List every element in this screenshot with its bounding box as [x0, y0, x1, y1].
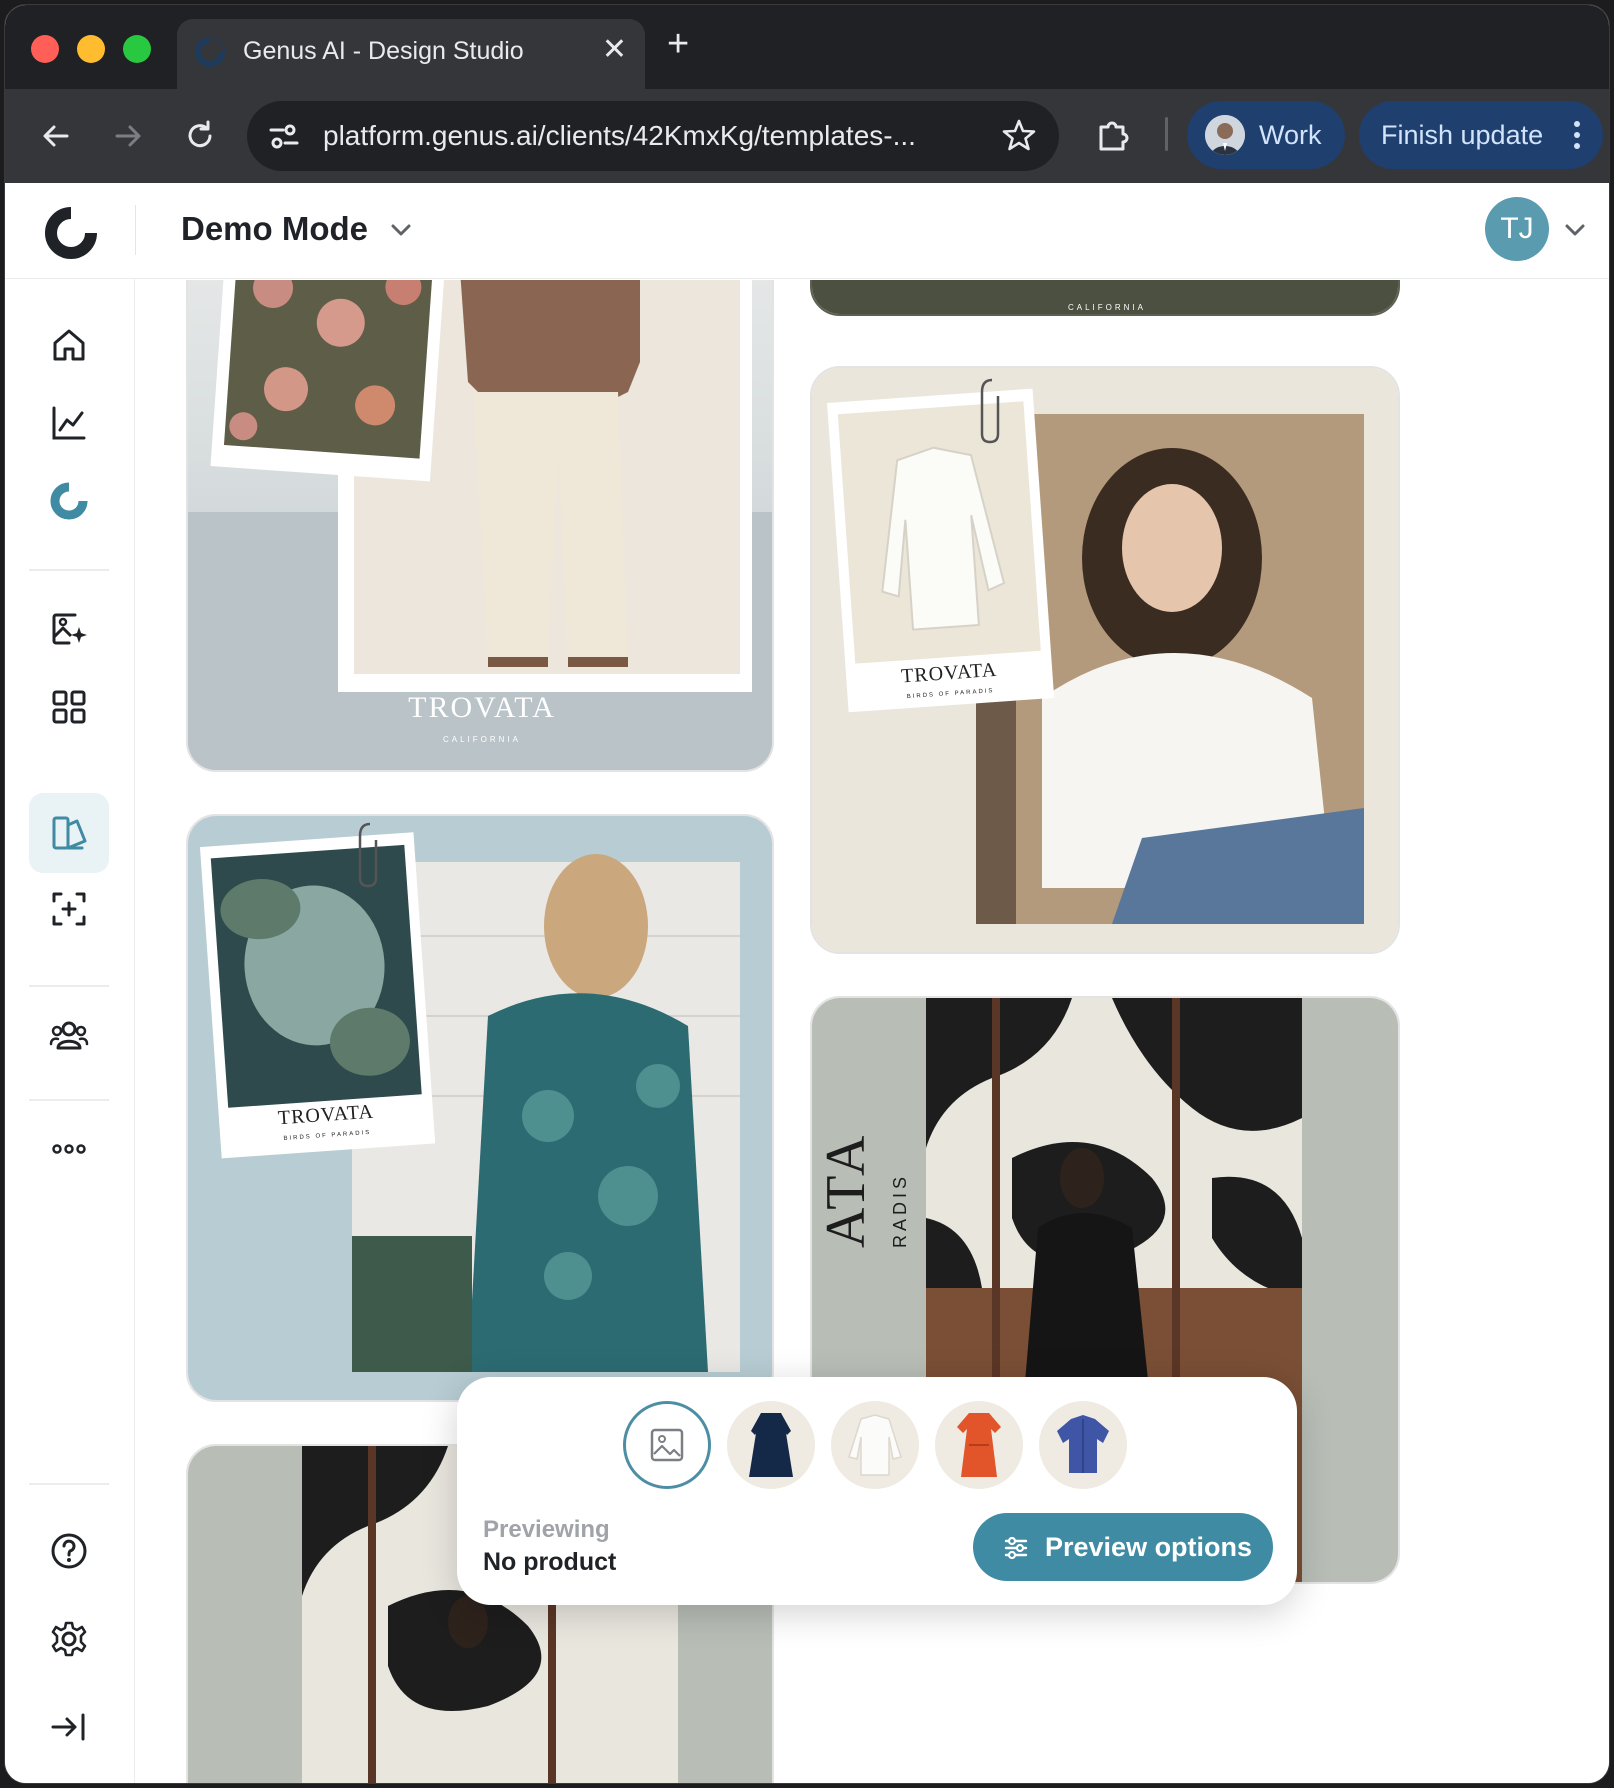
settings-icon: [51, 1621, 87, 1657]
finish-update-label: Finish update: [1381, 120, 1544, 150]
sidebar-item-analytics[interactable]: [29, 383, 109, 463]
template-card[interactable]: TROVATA BIRDS OF PARADIS: [810, 366, 1400, 954]
toolbar-divider: [1165, 117, 1168, 151]
template-card[interactable]: TROVATA BIRDS OF PARADIS: [186, 814, 774, 1402]
collapse-sidebar-icon: [51, 1713, 85, 1741]
design-studio-icon: [52, 816, 87, 850]
sidebar-divider: [29, 1483, 109, 1485]
sidebar-item-ai-image[interactable]: [29, 589, 109, 669]
template-card[interactable]: CALIFORNIA: [810, 280, 1400, 316]
genus-logo-icon: [50, 481, 89, 520]
sidebar-item-audience[interactable]: [29, 995, 109, 1075]
sidebar-divider: [29, 569, 109, 571]
maximize-window-button[interactable]: [123, 35, 151, 63]
sidebar-item-scan-add[interactable]: [29, 869, 109, 949]
previewing-label: Previewing: [483, 1516, 610, 1543]
sidebar-item-help[interactable]: [29, 1511, 109, 1591]
sidebar-divider: [29, 985, 109, 987]
card-brand-text: ATA: [815, 1132, 877, 1248]
tab-title: Genus AI - Design Studio: [243, 37, 524, 65]
user-avatar[interactable]: TJ: [1485, 197, 1549, 261]
scan-add-icon: [52, 892, 86, 926]
sidebar-item-genus[interactable]: [29, 461, 109, 541]
url-text: platform.genus.ai/clients/42KmxKg/templa…: [323, 120, 916, 151]
forward-icon[interactable]: [109, 117, 147, 155]
address-bar[interactable]: platform.genus.ai/clients/42KmxKg/templa…: [247, 101, 1059, 171]
product-preview-panel: Previewing No product Preview options: [457, 1377, 1297, 1605]
preview-options-label: Preview options: [1045, 1532, 1253, 1562]
ai-image-icon: [52, 613, 87, 645]
template-preview-image: TROVATA BIRDS OF PARADIS: [188, 816, 772, 1400]
product-thumbnail-white-shirt[interactable]: [831, 1401, 919, 1489]
site-settings-icon[interactable]: [267, 119, 301, 153]
sidebar-item-design-studio[interactable]: [29, 793, 109, 873]
tab-close-icon[interactable]: ✕: [602, 33, 627, 67]
app-header: Demo Mode TJ: [5, 183, 1609, 279]
back-icon[interactable]: [37, 117, 75, 155]
more-icon: [52, 1144, 86, 1154]
template-preview-image: TROVATA CALIFORNIA: [188, 280, 772, 770]
finish-update-button[interactable]: Finish update: [1359, 101, 1603, 169]
product-thumbnail-orange-dress[interactable]: [935, 1401, 1023, 1489]
sidebar-item-settings[interactable]: [29, 1599, 109, 1679]
template-card[interactable]: TROVATA CALIFORNIA: [186, 280, 774, 772]
chevron-down-icon[interactable]: [1563, 221, 1587, 239]
preview-options-button[interactable]: Preview options: [973, 1513, 1273, 1581]
sidebar-item-home[interactable]: [29, 305, 109, 385]
sidebar-divider: [29, 1099, 109, 1101]
sidebar-item-collapse[interactable]: [29, 1687, 109, 1767]
grid-icon: [52, 690, 86, 724]
card-tagline-text: RADIS: [890, 1173, 910, 1248]
card-brand-text: TROVATA: [408, 691, 556, 724]
sidebar: [5, 279, 135, 1783]
help-icon: [51, 1533, 87, 1569]
sidebar-item-more[interactable]: [29, 1109, 109, 1189]
home-icon: [53, 329, 85, 361]
close-window-button[interactable]: [31, 35, 59, 63]
product-thumbnail-navy-dress[interactable]: [727, 1401, 815, 1489]
sidebar-item-grid[interactable]: [29, 667, 109, 747]
previewing-value: No product: [483, 1548, 617, 1576]
card-tagline-text: CALIFORNIA: [1068, 303, 1146, 312]
audience-icon: [49, 1021, 89, 1050]
browser-tab[interactable]: Genus AI - Design Studio ✕: [177, 19, 645, 89]
template-preview-image: TROVATA BIRDS OF PARADIS: [812, 368, 1398, 952]
card-tagline-text: CALIFORNIA: [443, 735, 521, 744]
product-thumbnail-blue-shirt[interactable]: [1039, 1401, 1127, 1489]
browser-menu-icon[interactable]: [1573, 119, 1581, 151]
extensions-icon[interactable]: [1093, 115, 1133, 155]
no-product-thumbnail[interactable]: [623, 1401, 711, 1489]
image-placeholder-icon: [650, 1428, 684, 1462]
new-tab-button[interactable]: +: [667, 25, 689, 63]
bookmark-star-icon[interactable]: [1001, 117, 1037, 153]
profile-button[interactable]: Work: [1187, 101, 1345, 169]
analytics-icon: [52, 406, 86, 440]
tab-strip: Genus AI - Design Studio ✕ +: [5, 5, 1609, 89]
profile-avatar: [1205, 115, 1245, 155]
header-divider: [135, 205, 136, 255]
reload-icon[interactable]: [181, 117, 219, 155]
profile-label: Work: [1259, 120, 1322, 150]
genus-logo-icon[interactable]: [41, 203, 101, 263]
workspace-selector[interactable]: Demo Mode: [181, 209, 368, 249]
template-preview-image: CALIFORNIA: [812, 280, 1398, 314]
genus-favicon-icon: [195, 37, 225, 67]
sliders-icon: [1004, 1536, 1028, 1560]
minimize-window-button[interactable]: [77, 35, 105, 63]
chevron-down-icon[interactable]: [389, 221, 413, 239]
browser-window: Genus AI - Design Studio ✕ + platform.ge…: [4, 4, 1610, 1784]
